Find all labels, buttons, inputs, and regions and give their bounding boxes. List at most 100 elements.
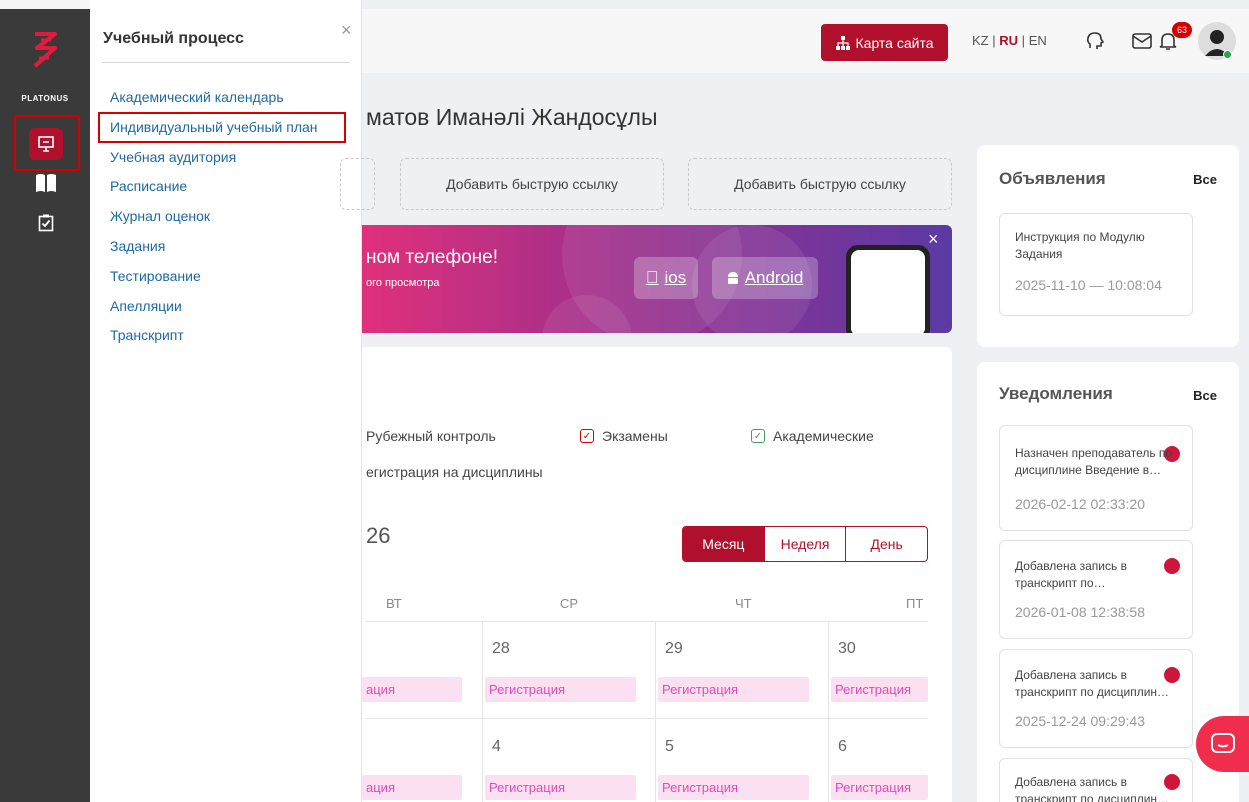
notification-text: Добавлена запись в транскрипт по дисципл… xyxy=(1015,775,1170,802)
banner-title: ном телефоне! xyxy=(366,247,499,268)
menu-item-assignments[interactable]: Задания xyxy=(110,236,318,266)
view-week-button[interactable]: Неделя xyxy=(765,527,847,561)
head-profile-icon[interactable] xyxy=(1084,30,1106,52)
calendar-year: 26 xyxy=(366,523,391,548)
legend-registration[interactable]: егистрация на дисциплины xyxy=(366,464,543,480)
calendar-card xyxy=(362,347,952,802)
study-process-menu: Учебный процесс × Академический календар… xyxy=(90,0,362,802)
close-icon[interactable]: × xyxy=(341,20,352,41)
calendar-gridline xyxy=(366,621,928,622)
checklist-icon[interactable] xyxy=(35,212,57,234)
sidebar-rail: PLATONUS xyxy=(0,0,90,802)
banner-subtitle: ого просмотра xyxy=(366,277,440,289)
calendar-gridline xyxy=(366,718,928,719)
announcements-all-link[interactable]: Все xyxy=(1193,172,1217,187)
menu-item-appeals[interactable]: Апелляции xyxy=(110,296,318,326)
language-switcher: KZ | RU | EN xyxy=(972,33,1047,48)
apple-icon:  xyxy=(646,268,659,288)
view-month-button[interactable]: Месяц xyxy=(683,527,765,561)
registration-event[interactable]: Регистрация xyxy=(658,677,809,702)
calendar-day-number[interactable]: 28 xyxy=(492,640,510,658)
notification-item[interactable]: Добавлена запись в транскрипт по дисципл… xyxy=(999,758,1193,802)
phone-mockup-image xyxy=(846,245,930,333)
calendar-gridline xyxy=(655,621,656,802)
android-download-button[interactable]: Android xyxy=(712,257,818,299)
platonus-logo-icon[interactable] xyxy=(27,30,63,70)
legend-midterm-label: Рубежный контроль xyxy=(366,428,496,444)
ios-download-button[interactable]:  ios xyxy=(634,257,698,299)
rail-top-strip xyxy=(0,0,90,9)
lang-separator: | xyxy=(1021,33,1026,48)
menu-item-academic-calendar[interactable]: Академический календарь xyxy=(110,87,318,117)
menu-item-testing[interactable]: Тестирование xyxy=(110,266,318,296)
android-label: Android xyxy=(744,268,804,287)
announcements-title: Объявления xyxy=(999,169,1106,188)
page-title: матов Иманәлі Жандосұлы xyxy=(366,104,658,130)
calendar-day-number[interactable]: 4 xyxy=(492,738,501,756)
notification-item[interactable]: Добавлена запись в транскрипт по дисципл… xyxy=(999,649,1193,748)
registration-event[interactable]: Регистрация xyxy=(831,775,928,800)
legend-registration-label: егистрация на дисциплины xyxy=(366,464,543,480)
ios-label: ios xyxy=(658,268,687,287)
menu-item-transcript[interactable]: Транскрипт xyxy=(110,325,318,355)
legend-exams[interactable]: ✓ Экзамены xyxy=(580,428,668,444)
online-status-dot xyxy=(1223,50,1232,59)
weekday-header: ПТ xyxy=(906,596,924,611)
registration-event[interactable]: ация xyxy=(362,677,462,702)
notification-text: Добавлена запись в транскрипт по… xyxy=(1015,559,1127,590)
lang-en[interactable]: EN xyxy=(1029,33,1047,48)
legend-midterm[interactable]: Рубежный контроль xyxy=(366,428,496,444)
top-header xyxy=(362,9,1249,73)
close-icon[interactable]: × xyxy=(928,229,939,250)
menu-item-individual-plan[interactable]: Индивидуальный учебный план xyxy=(110,117,318,147)
calendar-day-number[interactable]: 6 xyxy=(838,738,847,756)
lang-kz[interactable]: KZ xyxy=(972,33,989,48)
add-quick-link-button[interactable]: Добавить быструю ссылку xyxy=(688,158,952,210)
add-quick-link-button[interactable]: Добавить быструю ссылку xyxy=(400,158,664,210)
registration-event[interactable]: Регистрация xyxy=(485,775,636,800)
mobile-app-banner: ном телефоне! ого просмотра  ios Androi… xyxy=(362,225,952,333)
announcement-item[interactable]: Инструкция по Модулю Задания 2025-11-10 … xyxy=(999,213,1193,316)
site-map-label: Карта сайта xyxy=(855,34,934,51)
presentation-icon[interactable] xyxy=(29,128,63,160)
calendar-view-toggle: Месяц Неделя День xyxy=(682,526,928,562)
menu-item-gradebook[interactable]: Журнал оценок xyxy=(110,206,318,236)
notifications-all-link[interactable]: Все xyxy=(1193,388,1217,403)
sitemap-icon xyxy=(835,35,850,50)
site-map-button[interactable]: Карта сайта xyxy=(821,24,948,61)
announcement-text: Инструкция по Модулю Задания xyxy=(1015,230,1145,261)
legend-academic[interactable]: ✓ Академические xyxy=(751,428,874,444)
notifications-title: Уведомления xyxy=(999,384,1113,403)
lang-ru[interactable]: RU xyxy=(999,33,1018,48)
logo-text: PLATONUS xyxy=(21,94,69,103)
notification-item[interactable]: Добавлена запись в транскрипт по… 2026-0… xyxy=(999,540,1193,639)
registration-event[interactable]: Регистрация xyxy=(658,775,809,800)
notification-text: Назначен преподаватель по дисциплине Вве… xyxy=(1015,446,1173,477)
registration-event[interactable]: Регистрация xyxy=(485,677,636,702)
menu-item-classroom[interactable]: Учебная аудитория xyxy=(110,147,318,177)
notification-item[interactable]: Назначен преподаватель по дисциплине Вве… xyxy=(999,425,1193,531)
notification-text: Добавлена запись в транскрипт по дисципл… xyxy=(1015,668,1170,699)
quick-link-slot[interactable] xyxy=(340,158,375,210)
book-icon[interactable] xyxy=(35,172,57,194)
legend-academic-label: Академические xyxy=(773,428,874,444)
calendar-day-number[interactable]: 5 xyxy=(665,738,674,756)
mail-icon[interactable] xyxy=(1131,30,1153,52)
notification-date: 2025-12-24 09:29:43 xyxy=(1015,713,1145,729)
weekday-header: ВТ xyxy=(386,596,402,611)
chat-icon xyxy=(1210,733,1235,753)
calendar-gridline xyxy=(482,621,483,802)
calendar-day-number[interactable]: 29 xyxy=(665,640,683,658)
registration-event[interactable]: ация xyxy=(362,775,462,800)
notification-date: 2026-01-08 12:38:58 xyxy=(1015,604,1145,620)
weekday-header: ЧТ xyxy=(735,596,752,611)
checkbox-checked-icon[interactable]: ✓ xyxy=(751,429,765,443)
legend-exams-label: Экзамены xyxy=(602,428,668,444)
chat-widget-button[interactable] xyxy=(1196,716,1249,772)
calendar-day-number[interactable]: 30 xyxy=(838,640,856,658)
registration-event[interactable]: Регистрация xyxy=(831,677,928,702)
announcement-date: 2025-11-10 — 10:08:04 xyxy=(1015,277,1162,293)
view-day-button[interactable]: День xyxy=(846,527,927,561)
checkbox-checked-icon[interactable]: ✓ xyxy=(580,429,594,443)
menu-item-schedule[interactable]: Расписание xyxy=(110,176,318,206)
